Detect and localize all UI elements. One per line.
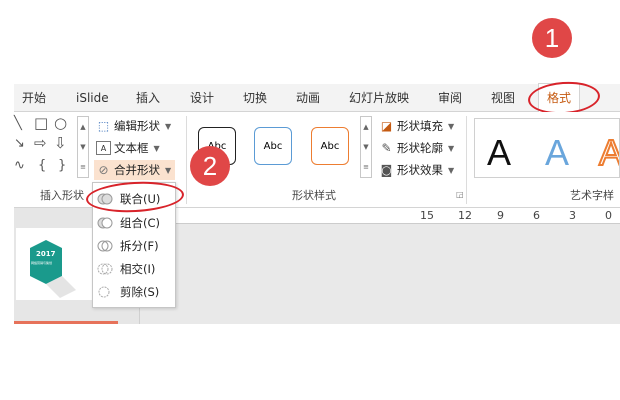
chevron-down-icon: ▼ xyxy=(448,165,455,175)
tab-design[interactable]: 设计 xyxy=(190,84,214,112)
slide-year: 2017 xyxy=(36,250,56,258)
menu-item-subtract[interactable]: 剪除(S) xyxy=(97,282,173,302)
group-divider xyxy=(186,116,187,204)
insert-shapes-group-label: 插入形状 xyxy=(40,189,84,202)
line-shape-icon[interactable]: ╲ xyxy=(14,116,22,131)
ruler-tick: 9 xyxy=(497,209,504,222)
wordart-sample-orange[interactable]: A xyxy=(598,132,619,174)
chevron-down-icon: ▼ xyxy=(153,143,160,153)
edit-shape-icon: ⬚ xyxy=(97,119,110,133)
menu-item-label: 组合(C) xyxy=(120,216,161,230)
shape-gallery-scroll[interactable]: ▲ ▼ ≡ xyxy=(77,116,89,178)
selected-slide-indicator xyxy=(14,321,118,324)
tab-review[interactable]: 审阅 xyxy=(438,84,462,112)
oval-shape-icon[interactable]: ○ xyxy=(54,114,67,132)
rectangle-shape-icon[interactable]: □ xyxy=(34,114,48,132)
screenshot-stage: 1 开始 iSlide 插入 设计 切换 动画 幻灯片放映 审阅 视图 格式 ╲… xyxy=(0,0,620,400)
text-box-icon: A xyxy=(96,141,111,155)
edit-shape-label: 编辑形状 xyxy=(114,119,160,133)
merge-shapes-button[interactable]: ⊘ 合并形状 ▼ xyxy=(94,160,176,180)
menu-item-label: 拆分(F) xyxy=(120,239,159,253)
wordart-gallery: A A A xyxy=(474,118,620,178)
tab-animations[interactable]: 动画 xyxy=(296,84,320,112)
shape-style-gallery-scroll[interactable]: ▲ ▼ ≡ xyxy=(360,116,372,178)
merge-shapes-icon: ⊘ xyxy=(98,163,109,177)
ruler-tick: 15 xyxy=(420,209,434,222)
shape-styles-group-label: 形状样式 xyxy=(292,189,336,202)
paint-bucket-icon: ◪ xyxy=(380,119,393,133)
shape-style-preset-3[interactable]: Abc xyxy=(311,127,349,165)
menu-item-label: 剪除(S) xyxy=(120,285,160,299)
shape-fill-button[interactable]: ◪ 形状填充 ▼ xyxy=(379,116,454,136)
shape-effects-icon: ◙ xyxy=(380,163,393,177)
tab-slideshow[interactable]: 幻灯片放映 xyxy=(349,84,409,112)
shape-outline-label: 形状轮廓 xyxy=(397,141,443,155)
merge-shapes-label: 合并形状 xyxy=(114,163,160,177)
text-box-button[interactable]: A 文本框 ▼ xyxy=(96,138,160,158)
chevron-down-icon: ▼ xyxy=(448,143,455,153)
shape-fill-label: 形状填充 xyxy=(397,119,443,133)
wordart-sample-black[interactable]: A xyxy=(487,133,511,173)
menu-item-combine[interactable]: 组合(C) xyxy=(97,213,173,233)
ruler-tick: 12 xyxy=(458,209,472,222)
preset-text: Abc xyxy=(320,141,340,152)
pen-icon: ✎ xyxy=(381,141,392,155)
tab-islide[interactable]: iSlide xyxy=(76,84,109,112)
connector-shape-icon[interactable]: ↘ xyxy=(14,136,25,151)
slide-subtitle: 网络营销与策划 xyxy=(31,261,53,265)
step-1-badge: 1 xyxy=(532,18,572,58)
tab-home[interactable]: 开始 xyxy=(22,84,46,112)
menu-item-fragment[interactable]: 拆分(F) xyxy=(97,236,173,256)
combine-icon xyxy=(97,215,113,231)
horizontal-ruler: 15 12 9 6 3 0 xyxy=(142,208,620,224)
chevron-down-icon: ▼ xyxy=(448,121,455,131)
tab-transitions[interactable]: 切换 xyxy=(243,84,267,112)
ruler-tick: 6 xyxy=(533,209,540,222)
wordart-sample-blue[interactable]: A xyxy=(545,133,569,173)
fragment-icon xyxy=(97,238,113,254)
text-box-label: 文本框 xyxy=(114,141,149,155)
arrow-down-shape-icon[interactable]: ⇩ xyxy=(54,134,67,152)
group-divider xyxy=(466,116,467,204)
shape-effects-label: 形状效果 xyxy=(397,163,443,177)
shape-outline-button[interactable]: ✎ 形状轮廓 ▼ xyxy=(379,138,454,158)
shape-effects-button[interactable]: ◙ 形状效果 ▼ xyxy=(379,160,454,180)
ruler-tick: 0 xyxy=(605,209,612,222)
chevron-down-icon: ▼ xyxy=(165,165,172,175)
wordart-group-label: 艺术字样 xyxy=(570,189,614,202)
arrow-right-shape-icon[interactable]: ⇨ xyxy=(34,134,47,152)
chevron-down-icon: ▼ xyxy=(165,121,172,131)
menu-item-label: 相交(I) xyxy=(120,262,156,276)
dialog-launcher-icon[interactable]: ◲ xyxy=(456,190,464,199)
step-2-badge: 2 xyxy=(190,146,230,186)
subtract-icon xyxy=(97,284,113,300)
menu-item-intersect[interactable]: 相交(I) xyxy=(97,259,173,279)
tab-insert[interactable]: 插入 xyxy=(136,84,160,112)
ruler-tick: 3 xyxy=(569,209,576,222)
edit-shape-button[interactable]: ⬚ 编辑形状 ▼ xyxy=(96,116,171,136)
curve-shape-icon[interactable]: ∿ xyxy=(14,158,25,173)
brace-left-shape-icon[interactable]: { xyxy=(38,158,46,173)
intersect-icon xyxy=(97,261,113,277)
preset-text: Abc xyxy=(263,141,283,152)
shape-style-preset-2[interactable]: Abc xyxy=(254,127,292,165)
tab-view[interactable]: 视图 xyxy=(491,84,515,112)
brace-right-shape-icon[interactable]: } xyxy=(58,158,66,173)
